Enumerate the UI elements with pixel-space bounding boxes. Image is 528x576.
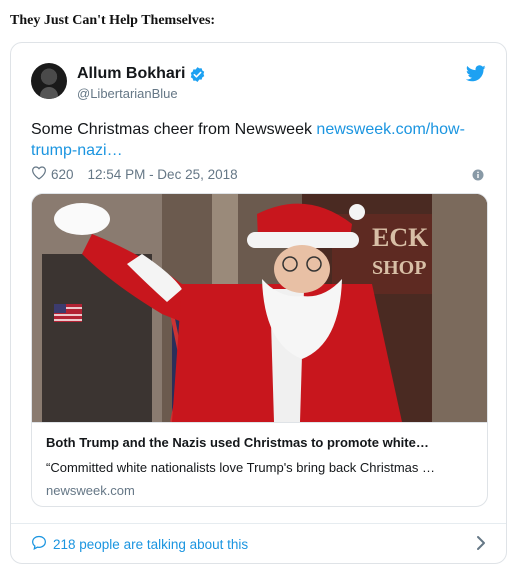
sign-text: ECK <box>372 223 429 252</box>
author-handle[interactable]: @LibertarianBlue <box>77 86 178 101</box>
talking-count-text[interactable]: 218 people are talking about this <box>53 537 248 552</box>
chevron-right-icon[interactable] <box>476 535 486 556</box>
tweet-text: Some Christmas cheer from Newsweek newsw… <box>31 119 481 161</box>
tweet-meta: 620 12:54 PM - Dec 25, 2018 <box>31 165 238 183</box>
like-count[interactable]: 620 <box>51 167 74 182</box>
embedded-tweet-card[interactable]: Allum Bokhari @LibertarianBlue Some Chri… <box>10 42 507 564</box>
divider <box>11 523 506 524</box>
link-domain: newsweek.com <box>46 483 135 498</box>
link-preview-card[interactable]: ECK SHOP Both Trump and the Nazis used C… <box>31 193 488 507</box>
author-row[interactable]: Allum Bokhari <box>77 65 206 83</box>
tweet-text-body: Some Christmas cheer from Newsweek <box>31 121 317 138</box>
speech-bubble-icon <box>31 535 47 553</box>
tweet-timestamp[interactable]: 12:54 PM - Dec 25, 2018 <box>88 167 238 182</box>
verified-icon <box>189 66 206 83</box>
heart-icon[interactable] <box>31 165 47 183</box>
talking-about-link[interactable]: 218 people are talking about this <box>31 535 248 553</box>
avatar[interactable] <box>31 63 67 99</box>
article-photo[interactable]: ECK SHOP <box>32 194 488 422</box>
link-summary[interactable]: Both Trump and the Nazis used Christmas … <box>32 422 487 506</box>
author-name[interactable]: Allum Bokhari <box>77 65 185 83</box>
twitter-bird-icon[interactable] <box>465 65 486 87</box>
info-icon[interactable] <box>472 168 484 186</box>
sign-text-2: SHOP <box>372 257 426 279</box>
link-description: “Committed white nationalists love Trump… <box>46 460 436 475</box>
page-heading: They Just Can't Help Themselves: <box>10 13 216 28</box>
link-title[interactable]: Both Trump and the Nazis used Christmas … <box>46 435 476 450</box>
